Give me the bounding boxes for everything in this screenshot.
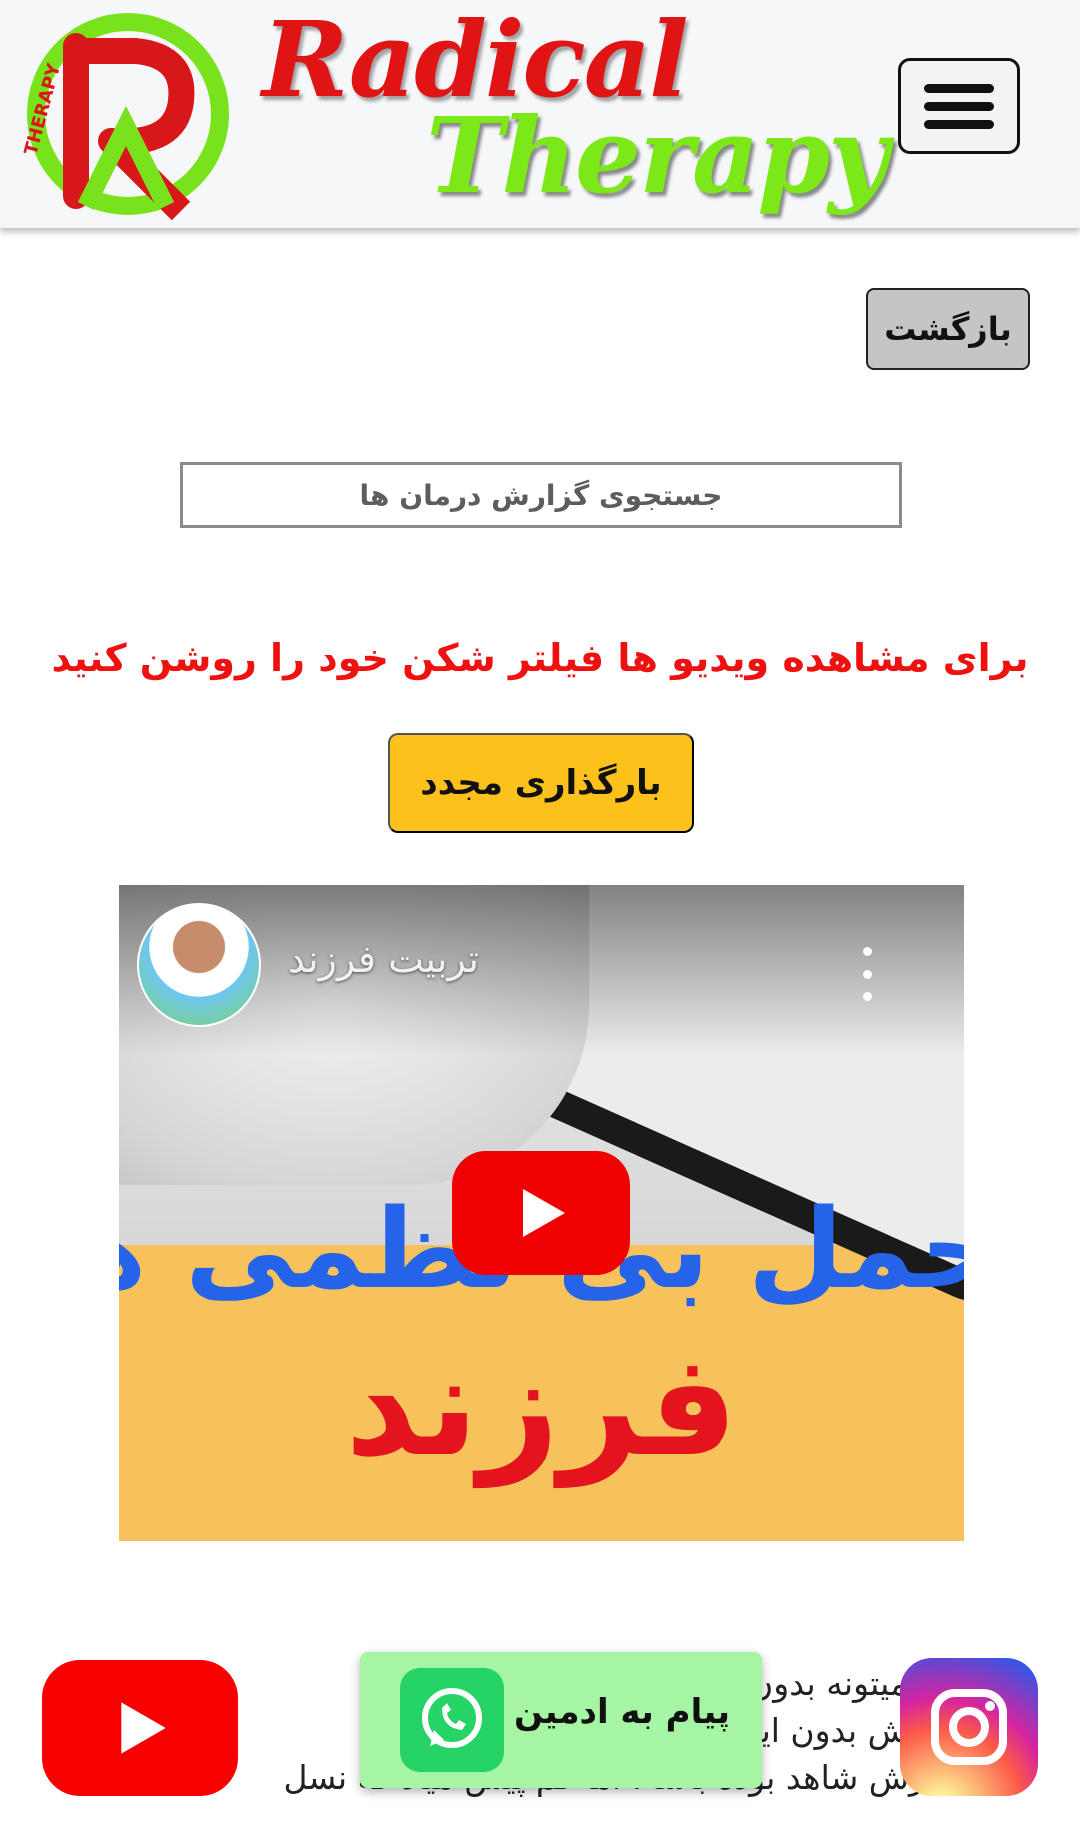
video-embed[interactable]: تربیت فرزند حمل بی‌ نظمی های فرزند bbox=[119, 885, 964, 1541]
back-button[interactable]: بازگشت bbox=[866, 288, 1030, 370]
instagram-icon[interactable] bbox=[900, 1658, 1038, 1796]
site-header: THERAPY Radical Therapy bbox=[0, 0, 1080, 228]
channel-avatar[interactable] bbox=[137, 903, 261, 1027]
youtube-play-icon[interactable] bbox=[452, 1151, 630, 1275]
play-triangle-icon bbox=[523, 1189, 565, 1237]
youtube-float-button[interactable] bbox=[42, 1660, 238, 1796]
more-options-icon[interactable] bbox=[857, 947, 877, 1001]
instagram-glyph-icon bbox=[931, 1689, 1007, 1765]
whatsapp-admin-button[interactable]: پیام به ادمین bbox=[360, 1652, 762, 1788]
reload-button[interactable]: بارگذاری مجدد bbox=[388, 733, 694, 833]
channel-name[interactable]: تربیت فرزند bbox=[279, 937, 479, 981]
search-input[interactable] bbox=[180, 462, 902, 528]
brand-title-line-2: Therapy bbox=[426, 94, 888, 217]
vpn-notice: برای مشاهده ویدیو ها فیلتر شکن خود را رو… bbox=[51, 636, 1029, 680]
radical-therapy-logo[interactable]: THERAPY bbox=[16, 6, 236, 226]
menu-button[interactable] bbox=[898, 58, 1020, 154]
thumbnail-title-word: فرزند bbox=[345, 1325, 738, 1488]
whatsapp-label: پیام به ادمین bbox=[513, 1692, 730, 1732]
whatsapp-icon bbox=[400, 1668, 504, 1772]
hamburger-icon bbox=[924, 83, 994, 93]
hamburger-icon-bar bbox=[924, 101, 994, 111]
hamburger-icon-bar bbox=[924, 119, 994, 129]
youtube-icon bbox=[121, 1702, 166, 1754]
